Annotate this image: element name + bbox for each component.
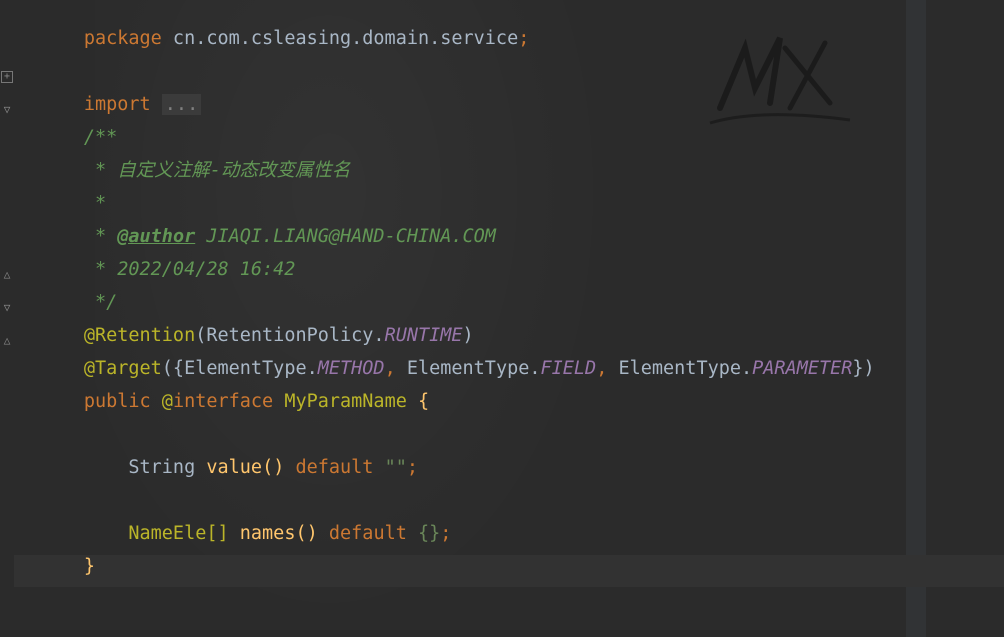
comma: , <box>596 358 619 379</box>
static-field: FIELD <box>540 358 597 379</box>
fold-collapse-icon[interactable]: ▽ <box>1 302 13 314</box>
interface-name: MyParamName <box>273 391 418 412</box>
semicolon: ; <box>440 523 452 544</box>
keyword: package <box>83 28 162 49</box>
at-sign: @ <box>161 391 173 412</box>
editor-gutter: + ▽ △ ▽ △ <box>0 0 14 637</box>
code-editor[interactable]: + ▽ △ ▽ △ package cn.com.csleasing.domai… <box>0 0 1004 637</box>
fold-expand-icon[interactable]: + <box>1 71 13 83</box>
doc-comment: * 自定义注解-动态改变属性名 <box>83 160 351 181</box>
folded-imports[interactable]: ... <box>161 94 202 115</box>
paren: }) <box>852 358 875 379</box>
keyword: default <box>328 523 407 544</box>
type-name: NameEle[] <box>83 523 240 544</box>
fold-collapse-icon[interactable]: △ <box>1 269 13 281</box>
code-line-doc-author: * @author JIAQI.LIANG@HAND-CHINA.COM <box>17 198 496 247</box>
code-line-declaration: public @interface MyParamName { <box>17 363 429 412</box>
type-name: String <box>83 457 207 478</box>
code-line-target: @Target({ElementType.METHOD, ElementType… <box>17 330 875 379</box>
editor-right-margin <box>906 0 926 637</box>
keyword: default <box>295 457 374 478</box>
keyword: public <box>83 391 162 412</box>
code-line-close: } <box>17 528 95 577</box>
code-line-doc-date: * 2022/04/28 16:42 <box>17 231 296 280</box>
package-name: cn.com.csleasing.domain.service <box>161 28 519 49</box>
code-line-retention: @Retention(RetentionPolicy.RUNTIME) <box>17 297 474 346</box>
fold-collapse-icon[interactable]: △ <box>1 335 13 347</box>
code-line-doc-desc: * 自定义注解-动态改变属性名 <box>17 132 350 181</box>
keyword: interface <box>172 391 274 412</box>
paren: () <box>262 457 296 478</box>
brace: } <box>83 556 95 577</box>
paren: () <box>295 523 329 544</box>
watermark-logo-icon <box>709 36 851 125</box>
method-name: value <box>206 457 263 478</box>
fold-collapse-icon[interactable]: ▽ <box>1 104 13 116</box>
semicolon: ; <box>518 28 530 49</box>
code-line-method-names: NameEle[] names() default {}; <box>17 495 451 544</box>
code-line-doc-star: * <box>17 165 106 214</box>
code-line-doc-close: */ <box>17 264 117 313</box>
string-literal: "" <box>373 457 407 478</box>
method-name: names <box>239 523 296 544</box>
code-line-method-value: String value() default ""; <box>17 429 418 478</box>
brace: { <box>417 391 430 412</box>
code-line-import: import ... <box>17 66 202 115</box>
code-line-doc-open: /** <box>17 99 117 148</box>
static-field: PARAMETER <box>752 358 853 379</box>
current-line-highlight <box>14 555 1004 587</box>
array-literal: {} <box>406 523 441 544</box>
class-ref: ElementType. <box>618 358 753 379</box>
code-line-package: package cn.com.csleasing.domain.service; <box>17 0 530 49</box>
semicolon: ; <box>406 457 419 478</box>
